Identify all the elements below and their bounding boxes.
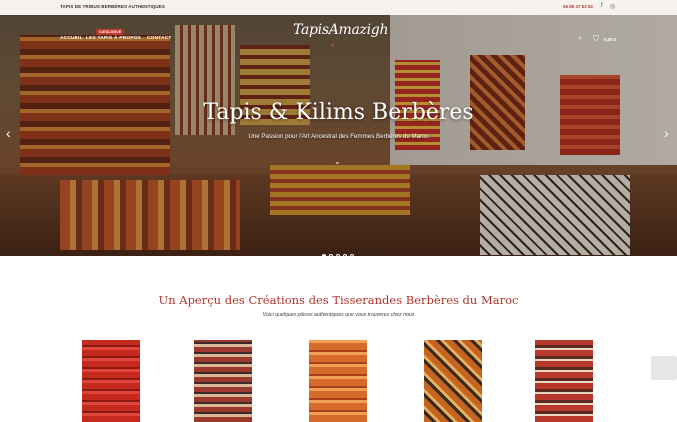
product-image[interactable] [194, 340, 252, 422]
section-subtitle: Voici quelques pièces authentiques que v… [262, 312, 415, 318]
nav-item-contact[interactable]: CONTACT [147, 36, 172, 41]
instagram-icon[interactable]: ◎ [610, 3, 615, 10]
facebook-icon[interactable]: f [601, 3, 603, 9]
nav-item-a-propos[interactable]: À PROPOS [114, 36, 141, 41]
hero-slider: ‹ › Tapis & Kilims Berbères Une Passion … [0, 15, 677, 256]
search-icon[interactable]: ⌕ [578, 35, 582, 43]
tagline: TAPIS DE TRIBUS BERBÈRES AUTHENTIQUES [60, 4, 165, 9]
product-image[interactable] [82, 340, 140, 422]
slide-dot[interactable] [350, 254, 354, 256]
product-image[interactable] [535, 340, 593, 422]
phone-number[interactable]: 06 85 37 62 62 [563, 4, 593, 9]
scroll-down-icon[interactable]: ⌄ [334, 157, 341, 166]
slide-indicators [322, 245, 357, 256]
scroll-to-top-button[interactable] [651, 356, 677, 380]
slide-dot[interactable] [322, 254, 326, 256]
slide-dot[interactable] [336, 254, 340, 256]
nav-item-les-tapis[interactable]: LES TAPIS [86, 36, 112, 41]
slide-dot[interactable] [329, 254, 333, 256]
product-image[interactable] [309, 340, 367, 422]
nav-item-accueil[interactable]: ACCUEIL [60, 36, 83, 41]
logo-ornament: ✕ [330, 43, 336, 49]
hero-subtitle: Une Passion pour l'Art Ancestral des Fem… [248, 133, 429, 140]
cart-icon[interactable]: ⛉ [593, 34, 599, 44]
catalogue-badge: CATALOGUE [96, 29, 125, 35]
site-logo[interactable]: TapisAmazigh [293, 22, 388, 38]
product-image[interactable] [424, 340, 482, 422]
top-bar: TAPIS DE TRIBUS BERBÈRES AUTHENTIQUES 06… [0, 0, 677, 15]
section-title: Un Aperçu des Créations des Tisserandes … [158, 293, 519, 307]
slide-dot[interactable] [343, 254, 347, 256]
cart-amount[interactable]: 0,00 € [604, 37, 617, 42]
hero-title: Tapis & Kilims Berbères [203, 100, 474, 125]
